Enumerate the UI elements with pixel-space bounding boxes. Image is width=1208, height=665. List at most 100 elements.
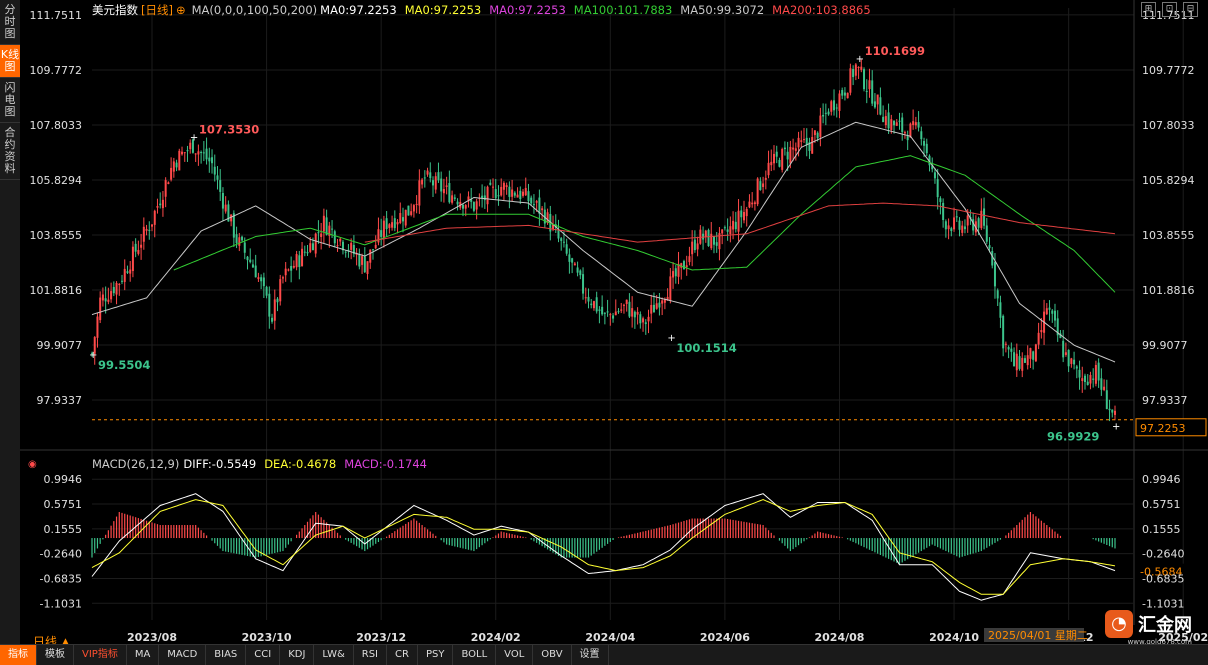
candle-body [729, 226, 732, 235]
candle-body [636, 311, 639, 315]
candle-body [939, 198, 942, 203]
candle-body [704, 230, 707, 238]
macd-params: MACD(26,12,9) [92, 457, 179, 471]
candle-body [164, 180, 167, 197]
candle-body [107, 299, 110, 302]
toolbar-item-ma[interactable]: MA [127, 645, 160, 665]
candle-body [126, 271, 129, 273]
candle-body [751, 202, 754, 205]
price-tick-left: 97.9337 [37, 394, 83, 407]
toolbar-item-bias[interactable]: BIAS [206, 645, 247, 665]
candle-body [988, 245, 991, 249]
candle-body [331, 228, 334, 230]
extreme-label: 110.1699 [865, 44, 925, 58]
candle-body [873, 101, 876, 108]
candle-body [189, 142, 192, 150]
candle-body [1048, 307, 1051, 310]
zoom-in-icon[interactable]: ⊡ [1162, 2, 1177, 17]
candle-body [628, 301, 631, 317]
toolbar-item-kdj[interactable]: KDJ [280, 645, 315, 665]
period-label: [日线] [141, 3, 173, 17]
candle-body [464, 205, 467, 209]
candle-body [1075, 366, 1078, 369]
candle-body [181, 151, 184, 155]
candle-body [933, 172, 936, 179]
macd-tick-right: -0.6835 [1142, 572, 1184, 585]
candle-body [852, 68, 855, 78]
candle-body [835, 107, 838, 109]
candle-body [742, 212, 745, 221]
candle-body [344, 251, 347, 253]
candle-body [369, 249, 372, 263]
candle-body [306, 252, 309, 254]
candle-body [955, 216, 958, 218]
candle-body [985, 225, 988, 242]
candle-body [917, 122, 920, 128]
fit-icon[interactable]: ⊞ [1141, 2, 1156, 17]
toolbar-item-cci[interactable]: CCI [246, 645, 281, 665]
candle-body [560, 238, 563, 241]
candle-body [366, 261, 369, 274]
tab-timeshare[interactable]: 分时图 [0, 0, 20, 45]
candle-body [794, 148, 797, 151]
candle-body [1034, 344, 1037, 362]
candle-body [153, 210, 156, 225]
toolbar-item-templates[interactable]: 模板 [37, 645, 74, 665]
toolbar-item-rsi[interactable]: RSI [354, 645, 388, 665]
candle-body [202, 152, 205, 154]
candle-body [505, 185, 508, 188]
candle-body [1081, 378, 1084, 382]
candle-body [565, 244, 568, 254]
toolbar-item-psy[interactable]: PSY [418, 645, 454, 665]
candle-body [1002, 315, 1005, 349]
candle-body [625, 299, 628, 304]
time-tick: 2024/08 [814, 631, 864, 644]
candle-body [669, 276, 672, 301]
candle-body [208, 157, 211, 162]
candle-body [631, 308, 634, 317]
price-tick-left: 111.7511 [30, 9, 83, 22]
candle-body [614, 311, 617, 316]
toolbar-item-vol[interactable]: VOL [496, 645, 534, 665]
toolbar-item-obv[interactable]: OBV [533, 645, 572, 665]
candle-body [961, 225, 964, 233]
toolbar-item-lw[interactable]: LW& [314, 645, 354, 665]
kline-chart[interactable]: 97.2253+99.5504+107.3530+100.1514+110.16… [20, 0, 1208, 645]
candle-body [685, 265, 688, 268]
logo-name: 汇金网 [1138, 615, 1192, 636]
tab-kline[interactable]: K线图 [0, 45, 20, 78]
candle-body [429, 172, 432, 179]
candle-body [849, 68, 852, 93]
toolbar-item-settings[interactable]: 设置 [572, 645, 609, 665]
toolbar-item-macd[interactable]: MACD [159, 645, 207, 665]
toolbar-item-indicators[interactable]: 指标 [0, 645, 37, 665]
zoom-out-icon[interactable]: ⊟ [1183, 2, 1198, 17]
macd-settings-icon[interactable]: ◉ [28, 459, 37, 470]
extreme-marker: + [190, 133, 198, 144]
candle-body [1105, 390, 1108, 409]
macd-tick-left: 0.9946 [44, 473, 83, 486]
extreme-marker: + [667, 333, 675, 344]
candle-body [1053, 310, 1056, 321]
extreme-marker: + [856, 54, 864, 65]
candle-body [532, 204, 535, 206]
candle-body [884, 116, 887, 126]
tab-flash[interactable]: 闪电图 [0, 78, 20, 123]
candle-body [298, 255, 301, 268]
tab-contract-info[interactable]: 合约资料 [0, 123, 20, 180]
candle-body [950, 228, 953, 232]
candle-body [898, 120, 901, 122]
macd-tick-right: 0.5751 [1142, 498, 1181, 511]
candle-body [1032, 351, 1035, 360]
candle-body [325, 217, 328, 235]
price-tick-right: 101.8816 [1142, 284, 1195, 297]
candle-body [489, 182, 492, 185]
candle-body [472, 202, 475, 211]
time-tick: 2023/10 [242, 631, 292, 644]
toolbar-item-boll[interactable]: BOLL [453, 645, 497, 665]
candle-body [276, 298, 279, 303]
toolbar-item-vip[interactable]: VIP指标 [74, 645, 127, 665]
candle-body [535, 201, 538, 203]
candle-body [824, 112, 827, 114]
toolbar-item-cr[interactable]: CR [387, 645, 418, 665]
